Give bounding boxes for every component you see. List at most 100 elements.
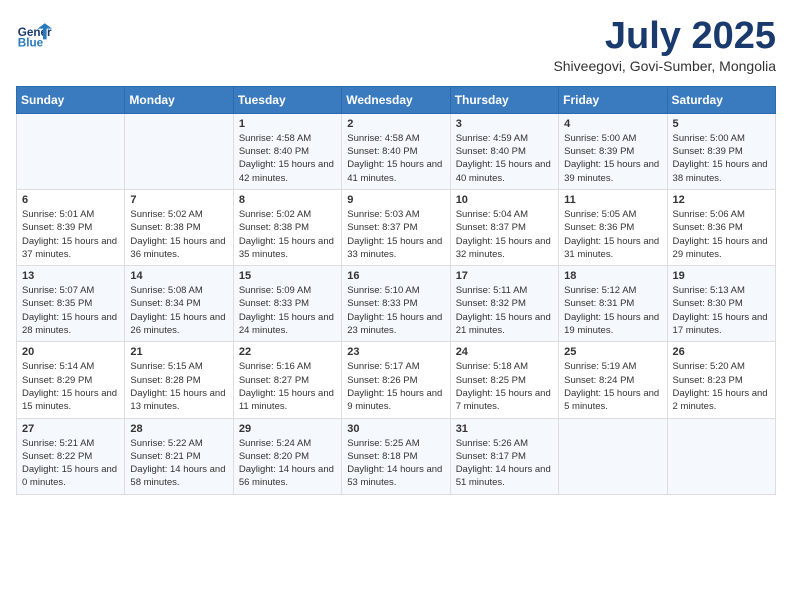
calendar-cell: 12Sunrise: 5:06 AMSunset: 8:36 PMDayligh…	[667, 189, 775, 265]
day-number: 21	[130, 346, 227, 358]
weekday-header-friday: Friday	[559, 86, 667, 113]
day-info: Sunrise: 5:08 AMSunset: 8:34 PMDaylight:…	[130, 284, 227, 337]
logo: General Blue	[16, 16, 54, 52]
calendar-cell: 28 Sunrise: 5:22 AMSunset: 8:21 PMDayligh…	[125, 418, 233, 494]
day-number: 13	[22, 270, 119, 282]
day-info: Sunrise: 5:20 AMSunset: 8:23 PMDaylight:…	[673, 360, 770, 413]
calendar-week-5: 27 Sunrise: 5:21 AMSunset: 8:22 PMDayligh…	[17, 418, 776, 494]
day-info: Sunrise: 5:14 AMSunset: 8:29 PMDaylight:…	[22, 360, 119, 413]
day-info: Sunrise: 5:10 AMSunset: 8:33 PMDaylight:…	[347, 284, 444, 337]
calendar-cell: 16 Sunrise: 5:10 AMSunset: 8:33 PMDayligh…	[342, 266, 450, 342]
calendar-cell: 21 Sunrise: 5:15 AMSunset: 8:28 PMDayligh…	[125, 342, 233, 418]
calendar-cell: 11 Sunrise: 5:05 AMSunset: 8:36 PMDayligh…	[559, 189, 667, 265]
weekday-header-row: SundayMondayTuesdayWednesdayThursdayFrid…	[17, 86, 776, 113]
day-info: Sunrise: 4:58 AMSunset: 8:40 PMDaylight:…	[347, 132, 444, 185]
day-info: Sunrise: 5:00 AMSunset: 8:39 PMDaylight:…	[564, 132, 661, 185]
day-info: Sunrise: 5:07 AMSunset: 8:35 PMDaylight:…	[22, 284, 119, 337]
weekday-header-wednesday: Wednesday	[342, 86, 450, 113]
logo-icon: General Blue	[16, 16, 52, 52]
calendar-cell: 29Sunrise: 5:24 AMSunset: 8:20 PMDayligh…	[233, 418, 341, 494]
page-header: General Blue July 2025 Shiveegovi, Govi-…	[16, 16, 776, 74]
day-number: 26	[673, 346, 770, 358]
day-info: Sunrise: 5:02 AMSunset: 8:38 PMDaylight:…	[130, 208, 227, 261]
day-number: 27	[22, 423, 119, 435]
calendar-cell: 9 Sunrise: 5:03 AMSunset: 8:37 PMDaylight…	[342, 189, 450, 265]
calendar-cell: 17 Sunrise: 5:11 AMSunset: 8:32 PMDayligh…	[450, 266, 558, 342]
day-info: Sunrise: 5:17 AMSunset: 8:26 PMDaylight:…	[347, 360, 444, 413]
day-number: 14	[130, 270, 227, 282]
day-info: Sunrise: 5:21 AMSunset: 8:22 PMDaylight:…	[22, 437, 119, 490]
day-info: Sunrise: 5:19 AMSunset: 8:24 PMDaylight:…	[564, 360, 661, 413]
day-info: Sunrise: 5:04 AMSunset: 8:37 PMDaylight:…	[456, 208, 553, 261]
day-info: Sunrise: 5:26 AMSunset: 8:17 PMDaylight:…	[456, 437, 553, 490]
day-info: Sunrise: 5:02 AMSunset: 8:38 PMDaylight:…	[239, 208, 336, 261]
calendar-cell: 27 Sunrise: 5:21 AMSunset: 8:22 PMDayligh…	[17, 418, 125, 494]
calendar-cell	[125, 113, 233, 189]
day-info: Sunrise: 5:11 AMSunset: 8:32 PMDaylight:…	[456, 284, 553, 337]
weekday-header-monday: Monday	[125, 86, 233, 113]
calendar-cell: 2Sunrise: 4:58 AMSunset: 8:40 PMDaylight…	[342, 113, 450, 189]
calendar-cell	[17, 113, 125, 189]
day-number: 19	[673, 270, 770, 282]
calendar-cell: 30 Sunrise: 5:25 AMSunset: 8:18 PMDayligh…	[342, 418, 450, 494]
day-info: Sunrise: 5:18 AMSunset: 8:25 PMDaylight:…	[456, 360, 553, 413]
calendar-cell: 1 Sunrise: 4:58 AMSunset: 8:40 PMDaylight…	[233, 113, 341, 189]
calendar-cell: 22 Sunrise: 5:16 AMSunset: 8:27 PMDayligh…	[233, 342, 341, 418]
day-number: 15	[239, 270, 336, 282]
day-info: Sunrise: 5:15 AMSunset: 8:28 PMDaylight:…	[130, 360, 227, 413]
calendar-week-1: 1 Sunrise: 4:58 AMSunset: 8:40 PMDaylight…	[17, 113, 776, 189]
day-number: 18	[564, 270, 661, 282]
calendar-cell: 25 Sunrise: 5:19 AMSunset: 8:24 PMDayligh…	[559, 342, 667, 418]
day-number: 4	[564, 118, 661, 130]
day-number: 28	[130, 423, 227, 435]
day-number: 3	[456, 118, 553, 130]
calendar-week-4: 20 Sunrise: 5:14 AMSunset: 8:29 PMDayligh…	[17, 342, 776, 418]
month-title: July 2025	[553, 16, 776, 58]
day-number: 24	[456, 346, 553, 358]
day-info: Sunrise: 5:12 AMSunset: 8:31 PMDaylight:…	[564, 284, 661, 337]
day-number: 20	[22, 346, 119, 358]
weekday-header-tuesday: Tuesday	[233, 86, 341, 113]
day-number: 25	[564, 346, 661, 358]
day-number: 23	[347, 346, 444, 358]
day-info: Sunrise: 5:16 AMSunset: 8:27 PMDaylight:…	[239, 360, 336, 413]
day-info: Sunrise: 5:05 AMSunset: 8:36 PMDaylight:…	[564, 208, 661, 261]
day-number: 31	[456, 423, 553, 435]
day-info: Sunrise: 4:58 AMSunset: 8:40 PMDaylight:…	[239, 132, 336, 185]
calendar-cell: 26 Sunrise: 5:20 AMSunset: 8:23 PMDayligh…	[667, 342, 775, 418]
day-number: 10	[456, 194, 553, 206]
calendar-cell: 4 Sunrise: 5:00 AMSunset: 8:39 PMDaylight…	[559, 113, 667, 189]
calendar-cell: 15 Sunrise: 5:09 AMSunset: 8:33 PMDayligh…	[233, 266, 341, 342]
day-number: 16	[347, 270, 444, 282]
day-info: Sunrise: 5:01 AMSunset: 8:39 PMDaylight:…	[22, 208, 119, 261]
title-block: July 2025 Shiveegovi, Govi-Sumber, Mongo…	[553, 16, 776, 74]
day-info: Sunrise: 5:03 AMSunset: 8:37 PMDaylight:…	[347, 208, 444, 261]
day-info: Sunrise: 5:13 AMSunset: 8:30 PMDaylight:…	[673, 284, 770, 337]
calendar-cell: 7 Sunrise: 5:02 AMSunset: 8:38 PMDaylight…	[125, 189, 233, 265]
calendar-cell	[559, 418, 667, 494]
day-info: Sunrise: 5:06 AMSunset: 8:36 PMDaylight:…	[673, 208, 770, 261]
day-number: 1	[239, 118, 336, 130]
day-number: 30	[347, 423, 444, 435]
calendar-cell: 13 Sunrise: 5:07 AMSunset: 8:35 PMDayligh…	[17, 266, 125, 342]
day-number: 22	[239, 346, 336, 358]
weekday-header-saturday: Saturday	[667, 86, 775, 113]
day-info: Sunrise: 5:09 AMSunset: 8:33 PMDaylight:…	[239, 284, 336, 337]
day-number: 7	[130, 194, 227, 206]
day-info: Sunrise: 5:22 AMSunset: 8:21 PMDaylight:…	[130, 437, 227, 490]
day-number: 17	[456, 270, 553, 282]
day-info: Sunrise: 5:00 AMSunset: 8:39 PMDaylight:…	[673, 132, 770, 185]
calendar-cell: 19 Sunrise: 5:13 AMSunset: 8:30 PMDayligh…	[667, 266, 775, 342]
day-number: 11	[564, 194, 661, 206]
day-number: 8	[239, 194, 336, 206]
calendar-week-2: 6Sunrise: 5:01 AMSunset: 8:39 PMDaylight…	[17, 189, 776, 265]
day-number: 5	[673, 118, 770, 130]
calendar-cell: 8 Sunrise: 5:02 AMSunset: 8:38 PMDaylight…	[233, 189, 341, 265]
calendar-cell: 24 Sunrise: 5:18 AMSunset: 8:25 PMDayligh…	[450, 342, 558, 418]
calendar-cell	[667, 418, 775, 494]
day-number: 9	[347, 194, 444, 206]
calendar-cell: 10 Sunrise: 5:04 AMSunset: 8:37 PMDayligh…	[450, 189, 558, 265]
day-info: Sunrise: 5:25 AMSunset: 8:18 PMDaylight:…	[347, 437, 444, 490]
calendar-cell: 5 Sunrise: 5:00 AMSunset: 8:39 PMDaylight…	[667, 113, 775, 189]
calendar-cell: 23 Sunrise: 5:17 AMSunset: 8:26 PMDayligh…	[342, 342, 450, 418]
